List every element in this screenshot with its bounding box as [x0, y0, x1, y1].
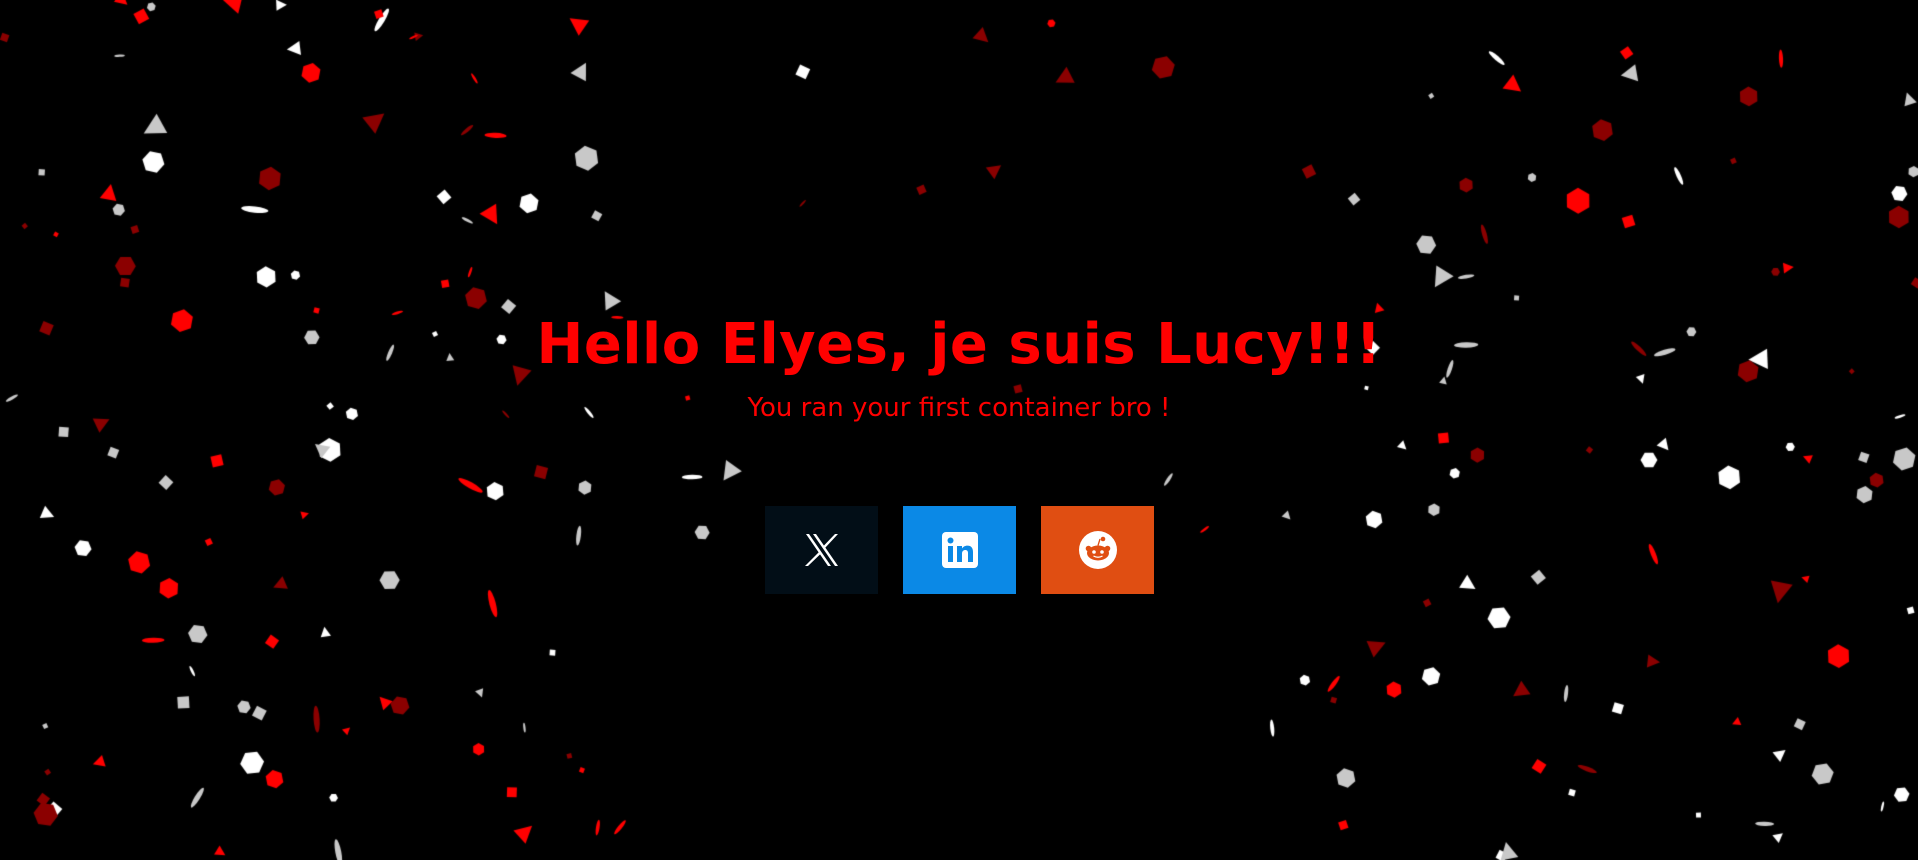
page-title: Hello Elyes, je suis Lucy!!! — [536, 312, 1382, 377]
hero: Hello Elyes, je suis Lucy!!! You ran you… — [0, 305, 1918, 425]
social-buttons — [765, 506, 1154, 594]
linkedin-logo-icon — [941, 532, 978, 568]
reddit-share-button[interactable] — [1041, 506, 1154, 594]
linkedin-share-button[interactable] — [903, 506, 1016, 594]
reddit-logo-icon — [1078, 530, 1118, 570]
page-subtitle: You ran your first container bro ! — [747, 393, 1171, 423]
x-share-button[interactable] — [765, 506, 878, 594]
confetti-background — [0, 0, 1918, 860]
x-logo-icon — [804, 533, 840, 567]
